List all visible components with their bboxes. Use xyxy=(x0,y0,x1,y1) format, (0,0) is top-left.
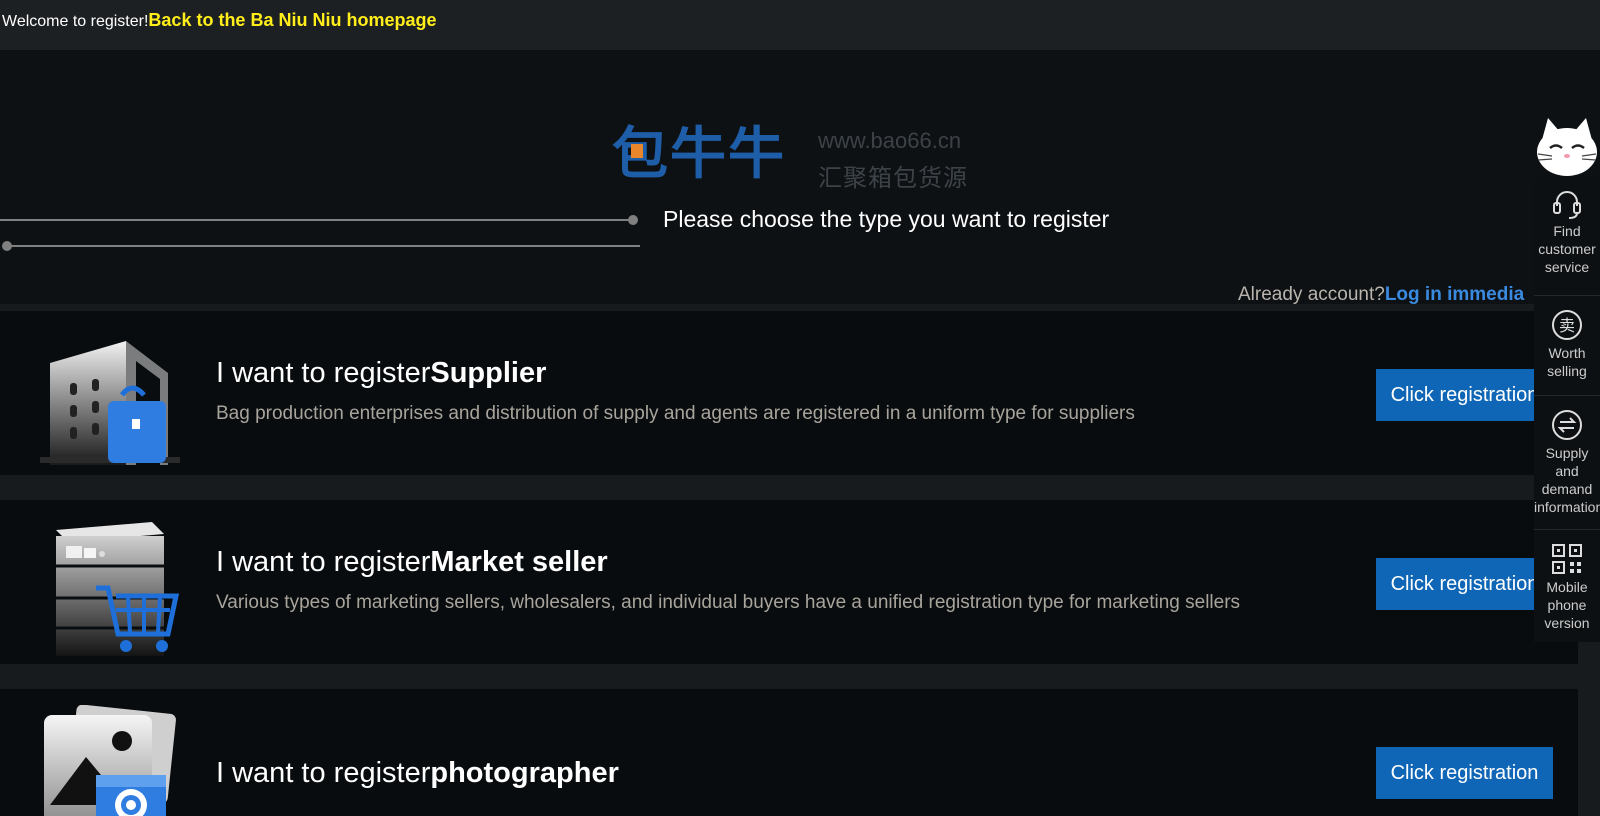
svg-text:卖: 卖 xyxy=(1559,316,1575,335)
sidebar-item-label: Supply and demand information xyxy=(1534,445,1600,515)
logo-url: www.bao66.cn xyxy=(818,128,962,153)
top-bar: Welcome to register!Back to the Ba Niu N… xyxy=(0,0,1600,50)
title-type: Market seller xyxy=(430,546,608,578)
site-logo[interactable]: 包牛牛 www.bao66.cn 汇聚箱包货源 xyxy=(612,122,972,196)
click-registration-button[interactable]: Click registration xyxy=(1376,558,1553,610)
headset-icon xyxy=(1553,191,1581,219)
title-prefix: I want to register xyxy=(216,757,431,789)
welcome-line: Welcome to register!Back to the Ba Niu N… xyxy=(2,10,436,31)
cat-mascot-icon xyxy=(1534,114,1600,178)
logo-slogan: 汇聚箱包货源 xyxy=(818,165,968,192)
title-prefix: I want to register xyxy=(216,357,431,389)
sidebar-panel: Find customer service 卖 Worth selling Su… xyxy=(1534,178,1600,642)
divider-line-lower xyxy=(2,241,640,251)
logo-accent xyxy=(631,144,643,158)
title-type: Supplier xyxy=(430,357,547,389)
click-registration-button[interactable]: Click registration xyxy=(1376,369,1553,421)
card-description: Various types of marketing sellers, whol… xyxy=(216,592,1241,613)
sidebar-item-customer-service[interactable]: Find customer service xyxy=(1534,186,1600,296)
sidebar-item-label: Mobile phone version xyxy=(1544,579,1590,631)
title-type: photographer xyxy=(430,757,619,789)
boxes-cart-icon xyxy=(36,516,186,656)
title-prefix: I want to register xyxy=(216,546,431,578)
homepage-link[interactable]: Back to the Ba Niu Niu homepage xyxy=(148,10,436,30)
card-title: I want to registerMarket seller xyxy=(216,546,608,579)
exchange-icon xyxy=(1552,410,1582,440)
card-description: Bag production enterprises and distribut… xyxy=(216,403,1135,424)
divider-line-upper xyxy=(0,215,638,225)
welcome-text: Welcome to register! xyxy=(2,13,149,30)
card-title: I want to registerSupplier xyxy=(216,357,546,390)
qr-code-icon xyxy=(1552,544,1582,574)
login-link[interactable]: Log in immedia xyxy=(1385,284,1524,305)
divider-dot xyxy=(628,215,638,225)
click-registration-button[interactable]: Click registration xyxy=(1376,747,1553,799)
card-title: I want to registerphotographer xyxy=(216,757,619,790)
choose-type-heading: Please choose the type you want to regis… xyxy=(663,206,1110,232)
photo-camera-icon xyxy=(36,704,186,816)
register-card-market-seller: I want to registerMarket seller Various … xyxy=(0,500,1578,664)
divider-dot xyxy=(2,241,12,251)
login-prompt: Already account?Log in immedia xyxy=(1238,284,1524,306)
sidebar-item-label: Worth selling xyxy=(1547,345,1587,379)
building-bag-icon xyxy=(36,327,186,467)
sidebar-item-label: Find customer service xyxy=(1538,223,1596,275)
floating-sidebar: Find customer service 卖 Worth selling Su… xyxy=(1534,114,1600,642)
already-account-text: Already account? xyxy=(1238,284,1385,305)
sell-icon: 卖 xyxy=(1552,310,1582,340)
register-card-supplier: I want to registerSupplier Bag productio… xyxy=(0,311,1578,475)
sidebar-item-supply-demand[interactable]: Supply and demand information xyxy=(1534,396,1600,530)
register-card-photographer: I want to registerphotographer Click reg… xyxy=(0,689,1578,816)
sidebar-item-worth-selling[interactable]: 卖 Worth selling xyxy=(1534,296,1600,396)
sidebar-item-mobile-version[interactable]: Mobile phone version xyxy=(1534,530,1600,642)
